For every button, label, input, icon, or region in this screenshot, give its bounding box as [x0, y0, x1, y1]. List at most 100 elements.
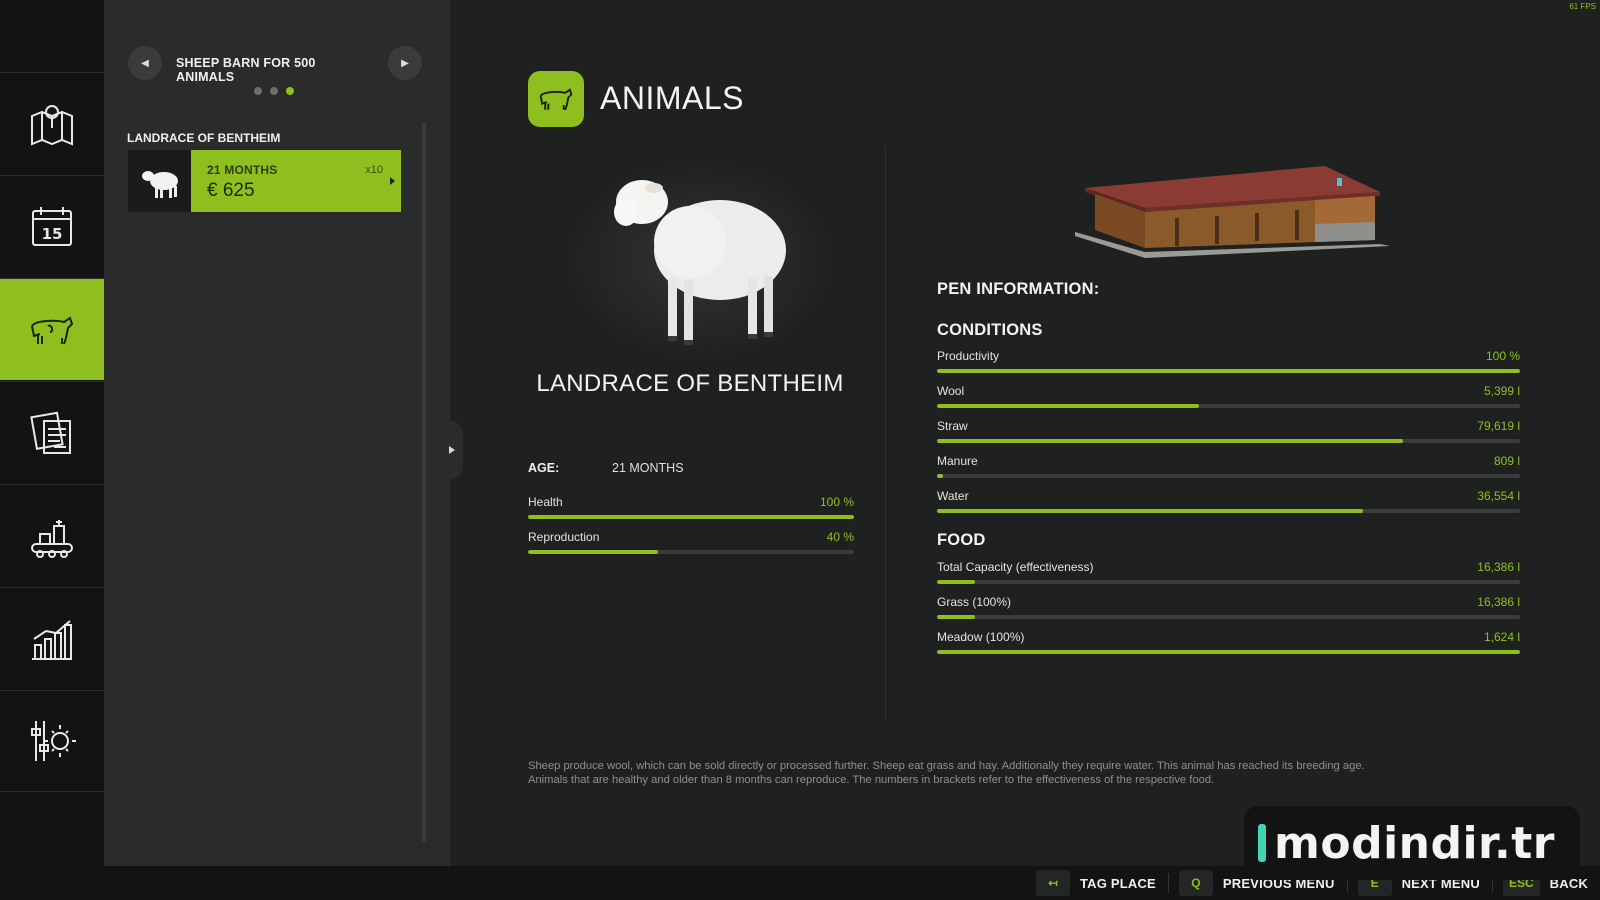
- food-meadow: Meadow (100%) 1,624 l: [937, 630, 1520, 654]
- breed-name: LANDRACE OF BENTHEIM: [536, 370, 844, 397]
- animal-list-panel: [104, 0, 450, 866]
- progress-bar: [937, 369, 1520, 373]
- stat-value: 100 %: [1485, 349, 1520, 363]
- sheep-thumbnail: [128, 150, 191, 212]
- rail-item-settings[interactable]: [0, 690, 104, 792]
- condition-straw: Straw 79,619 l: [937, 419, 1520, 443]
- progress-bar: [937, 509, 1520, 513]
- animal-list-item[interactable]: 21 MONTHS x10 € 625: [128, 150, 401, 212]
- stat-value: 1,624 l: [1483, 630, 1520, 644]
- pen-info-heading: PEN INFORMATION:: [937, 280, 1100, 298]
- contracts-icon: [30, 411, 71, 454]
- rail-item-calendar[interactable]: 15: [0, 175, 104, 277]
- stat-label: Meadow (100%): [937, 630, 1025, 644]
- watermark: modindir.tr: [1244, 806, 1580, 880]
- breed-group-label: LANDRACE OF BENTHEIM: [127, 131, 281, 145]
- progress-bar: [937, 474, 1520, 478]
- progress-fill: [937, 615, 975, 619]
- food-grass: Grass (100%) 16,386 l: [937, 595, 1520, 619]
- rail-item-animals[interactable]: [0, 278, 110, 380]
- stat-value: 5,399 l: [1483, 384, 1520, 398]
- progress-fill: [937, 580, 975, 584]
- rail-item-contracts[interactable]: [0, 381, 104, 483]
- divider: [1167, 873, 1169, 893]
- stat-value: 16,386 l: [1477, 595, 1520, 609]
- barn-title: SHEEP BARN FOR 500 ANIMALS: [176, 56, 316, 84]
- page-dot-active[interactable]: [286, 87, 294, 95]
- progress-bar: [937, 580, 1520, 584]
- column-divider: [885, 145, 886, 720]
- page-indicator: [254, 87, 294, 95]
- condition-water: Water 36,554 l: [937, 489, 1520, 513]
- side-menu: 15: [0, 0, 110, 866]
- progress-fill: [937, 369, 1520, 373]
- page-title: ANIMALS: [600, 80, 744, 116]
- fps-counter: 61 FPS: [1569, 2, 1596, 11]
- progress-fill: [528, 515, 854, 519]
- rail-item-statistics[interactable]: [0, 587, 104, 689]
- conditions-heading: CONDITIONS: [937, 321, 1043, 339]
- list-scrollbar[interactable]: [422, 122, 426, 842]
- collapse-panel-button[interactable]: [441, 420, 463, 480]
- progress-bar: [937, 650, 1520, 654]
- key-cap: ↤: [1035, 870, 1070, 896]
- progress-fill: [937, 650, 1520, 654]
- progress-fill: [937, 404, 1200, 408]
- animal-description: Sheep produce wool, which can be sold di…: [528, 759, 1448, 787]
- stat-value: 36,554 l: [1477, 489, 1520, 503]
- stat-label: Water: [937, 489, 969, 503]
- progress-fill: [937, 439, 1404, 443]
- sheep-image: [565, 160, 835, 360]
- page-dot[interactable]: [270, 87, 278, 95]
- progress-fill: [937, 509, 1363, 513]
- animal-card-info: 21 MONTHS x10 € 625: [191, 150, 401, 212]
- calendar-icon: 15: [32, 206, 72, 246]
- page-dot[interactable]: [254, 87, 262, 95]
- stat-label: Grass (100%): [937, 595, 1012, 609]
- description-line: Animals that are healthy and older than …: [528, 774, 1215, 786]
- next-barn-button[interactable]: ▶: [388, 46, 422, 80]
- progress-fill: [528, 550, 659, 554]
- stat-label: Productivity: [937, 349, 1000, 363]
- stat-label: Total Capacity (effectiveness): [937, 560, 1094, 574]
- stat-label: Wool: [937, 384, 965, 398]
- sheep-icon: [141, 171, 178, 198]
- progress-bar: [937, 439, 1520, 443]
- barn-image: [1075, 166, 1390, 258]
- condition-wool: Wool 5,399 l: [937, 384, 1520, 408]
- animals-icon: [31, 315, 74, 344]
- stat-label: Straw: [937, 419, 968, 433]
- animals-icon: [539, 88, 573, 111]
- progress-bar: [937, 615, 1520, 619]
- animal-count: x10: [365, 164, 383, 176]
- condition-manure: Manure 809 l: [937, 454, 1520, 478]
- key-cap: Q: [1178, 870, 1213, 896]
- stat-value: 79,619 l: [1477, 419, 1520, 433]
- age-value: 21 MONTHS: [612, 461, 684, 475]
- stat-label: Manure: [937, 454, 978, 468]
- statistics-icon: [32, 619, 72, 660]
- map-icon: [31, 104, 73, 145]
- age-label: AGE:: [528, 461, 560, 475]
- progress-bar: [937, 404, 1520, 408]
- progress-bar: [528, 550, 854, 554]
- progress-bar: [528, 515, 854, 519]
- stat-health: Health 100 %: [528, 495, 854, 519]
- arrow-right-icon: ▶: [401, 57, 409, 69]
- stat-reproduction: Reproduction 40 %: [528, 530, 854, 554]
- arrow-left-icon: ◀: [141, 57, 149, 69]
- watermark-bar: [1258, 824, 1266, 862]
- description-line: Sheep produce wool, which can be sold di…: [528, 760, 1365, 772]
- rail-item-production[interactable]: [0, 484, 104, 586]
- prev-barn-button[interactable]: ◀: [128, 46, 162, 80]
- hint-tag-place[interactable]: ↤ TAG PLACE: [1035, 870, 1156, 896]
- stat-value: 100 %: [819, 495, 854, 509]
- stat-value: 40 %: [826, 530, 854, 544]
- animal-price: € 625: [207, 180, 255, 201]
- rail-item-map[interactable]: [0, 72, 104, 174]
- svg-text:15: 15: [42, 225, 63, 243]
- watermark-text: modindir.tr: [1274, 817, 1555, 869]
- hint-label: TAG PLACE: [1079, 875, 1156, 891]
- stat-value: 16,386 l: [1477, 560, 1520, 574]
- stat-label: Health: [528, 495, 563, 509]
